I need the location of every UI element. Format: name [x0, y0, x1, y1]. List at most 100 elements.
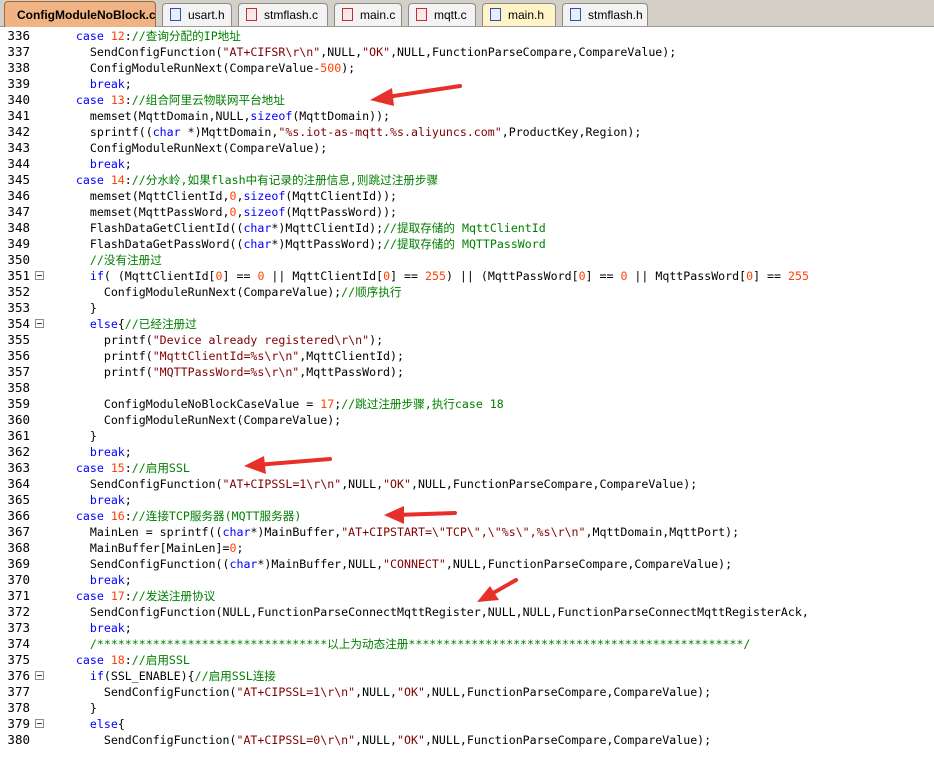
tab-usart-h[interactable]: usart.h	[162, 3, 232, 26]
code-line[interactable]: 372 SendConfigFunction(NULL,FunctionPars…	[0, 604, 934, 620]
code-line[interactable]: 368 MainBuffer[MainLen]=0;	[0, 540, 934, 556]
code-line[interactable]: 354 else{//已经注册过	[0, 316, 934, 332]
code-line[interactable]: 374 /*********************************以上…	[0, 636, 934, 652]
code-line[interactable]: 347 memset(MqttPassWord,0,sizeof(MqttPas…	[0, 204, 934, 220]
code-text: break;	[48, 156, 132, 172]
code-line[interactable]: 344 break;	[0, 156, 934, 172]
code-line[interactable]: 362 break;	[0, 444, 934, 460]
code-line[interactable]: 342 sprintf((char *)MqttDomain,"%s.iot-a…	[0, 124, 934, 140]
code-token: *)MqttDomain,	[180, 125, 279, 139]
code-line[interactable]: 355 printf("Device already registered\r\…	[0, 332, 934, 348]
tab-main-c[interactable]: main.c	[334, 3, 402, 26]
tab-mqtt-c[interactable]: mqtt.c	[408, 3, 476, 26]
line-number: 337	[7, 44, 30, 59]
code-token: );	[369, 333, 384, 347]
tab-label: main.h	[508, 8, 545, 22]
code-token: :	[124, 93, 132, 107]
code-text: case 16://连接TCP服务器(MQTT服务器)	[48, 508, 301, 524]
tab-stmflash-c[interactable]: stmflash.c	[238, 3, 328, 26]
code-token: sizeof	[243, 205, 286, 219]
code-line[interactable]: 343 ConfigModuleRunNext(CompareValue);	[0, 140, 934, 156]
line-number: 363	[7, 460, 30, 475]
code-line[interactable]: 348 FlashDataGetClientId((char*)MqttClie…	[0, 220, 934, 236]
code-line[interactable]: 351 if( (MqttClientId[0] == 0 || MqttCli…	[0, 268, 934, 284]
fold-toggle-icon[interactable]	[35, 319, 44, 328]
code-token: ;	[124, 621, 132, 635]
code-line[interactable]: 353 }	[0, 300, 934, 316]
code-line[interactable]: 341 memset(MqttDomain,NULL,sizeof(MqttDo…	[0, 108, 934, 124]
code-line[interactable]: 360 ConfigModuleRunNext(CompareValue);	[0, 412, 934, 428]
code-token: ConfigModuleRunNext(CompareValue);	[48, 413, 342, 427]
code-line[interactable]: 371 case 17://发送注册协议	[0, 588, 934, 604]
code-token: break	[89, 77, 125, 91]
code-line[interactable]: 361 }	[0, 428, 934, 444]
code-line[interactable]: 375 case 18://启用SSL	[0, 652, 934, 668]
code-line[interactable]: 339 break;	[0, 76, 934, 92]
code-editor[interactable]: 336 case 12://查询分配的IP地址 337 SendConfigFun…	[0, 27, 934, 757]
header-file-icon	[570, 8, 581, 21]
code-line[interactable]: 345 case 14://分水岭,如果flash中有记录的注册信息,则跳过注册…	[0, 172, 934, 188]
code-line[interactable]: 377 SendConfigFunction("AT+CIPSSL=1\r\n"…	[0, 684, 934, 700]
code-line[interactable]: 370 break;	[0, 572, 934, 588]
header-file-icon	[170, 8, 181, 21]
code-line[interactable]: 369 SendConfigFunction((char*)MainBuffer…	[0, 556, 934, 572]
code-token: char	[222, 525, 251, 539]
fold-toggle-icon[interactable]	[35, 719, 44, 728]
code-line[interactable]: 365 break;	[0, 492, 934, 508]
code-line[interactable]: 373 break;	[0, 620, 934, 636]
code-line[interactable]: 379 else{	[0, 716, 934, 732]
code-token: char	[243, 237, 272, 251]
line-number: 369	[7, 556, 30, 571]
code-line[interactable]: 359 ConfigModuleNoBlockCaseValue = 17;//…	[0, 396, 934, 412]
code-text: memset(MqttPassWord,0,sizeof(MqttPassWor…	[48, 204, 397, 220]
code-line[interactable]: 378 }	[0, 700, 934, 716]
line-number: 371	[7, 588, 30, 603]
code-line[interactable]: 352 ConfigModuleRunNext(CompareValue);//…	[0, 284, 934, 300]
code-token: sprintf((	[48, 125, 153, 139]
code-line[interactable]: 367 MainLen = sprintf((char*)MainBuffer,…	[0, 524, 934, 540]
fold-toggle-icon[interactable]	[35, 271, 44, 280]
code-token: 13	[110, 93, 125, 107]
line-number: 374	[7, 636, 30, 651]
code-line[interactable]: 356 printf("MqttClientId=%s\r\n",MqttCli…	[0, 348, 934, 364]
code-token: ;	[124, 445, 132, 459]
code-line[interactable]: 364 SendConfigFunction("AT+CIPSSL=1\r\n"…	[0, 476, 934, 492]
tab-stmflash-h[interactable]: stmflash.h	[562, 3, 648, 26]
code-text: FlashDataGetClientId((char*)MqttClientId…	[48, 220, 546, 236]
code-line[interactable]: 338 ConfigModuleRunNext(CompareValue-500…	[0, 60, 934, 76]
code-line[interactable]: 363 case 15://启用SSL	[0, 460, 934, 476]
code-token: //没有注册过	[89, 253, 162, 267]
code-line[interactable]: 346 memset(MqttClientId,0,sizeof(MqttCli…	[0, 188, 934, 204]
code-token: "CONNECT"	[383, 557, 446, 571]
code-token: char	[243, 221, 272, 235]
code-line[interactable]: 358	[0, 380, 934, 396]
line-number: 378	[7, 700, 30, 715]
code-token: //跳过注册步骤,执行case 18	[341, 397, 504, 411]
code-token: ,NULL,FunctionParseCompare,CompareValue)…	[411, 477, 698, 491]
tab-label: mqtt.c	[434, 8, 467, 22]
code-line[interactable]: 357 printf("MQTTPassWord=%s\r\n",MqttPas…	[0, 364, 934, 380]
code-text: ConfigModuleRunNext(CompareValue);	[48, 140, 327, 156]
code-token: printf(	[48, 349, 153, 363]
code-token: //顺序执行	[341, 285, 402, 299]
tab-configmodulenoblock-c[interactable]: ConfigModuleNoBlock.c	[4, 1, 156, 27]
code-token: else	[89, 317, 118, 331]
tab-main-h[interactable]: main.h	[482, 3, 556, 26]
code-token: ConfigModuleNoBlockCaseValue =	[48, 397, 321, 411]
code-line[interactable]: 336 case 12://查询分配的IP地址	[0, 28, 934, 44]
code-line[interactable]: 350 //没有注册过	[0, 252, 934, 268]
code-line[interactable]: 349 FlashDataGetPassWord((char*)MqttPass…	[0, 236, 934, 252]
code-token: //提取存储的 MQTTPassWord	[383, 237, 546, 251]
code-line[interactable]: 376 if(SSL_ENABLE){//启用SSL连接	[0, 668, 934, 684]
fold-toggle-icon[interactable]	[35, 671, 44, 680]
code-line[interactable]: 340 case 13://组合阿里云物联网平台地址	[0, 92, 934, 108]
code-line[interactable]: 366 case 16://连接TCP服务器(MQTT服务器)	[0, 508, 934, 524]
code-line[interactable]: 380 SendConfigFunction("AT+CIPSSL=0\r\n"…	[0, 732, 934, 748]
code-token: {	[117, 717, 125, 731]
code-line[interactable]: 337 SendConfigFunction("AT+CIFSR\r\n",NU…	[0, 44, 934, 60]
